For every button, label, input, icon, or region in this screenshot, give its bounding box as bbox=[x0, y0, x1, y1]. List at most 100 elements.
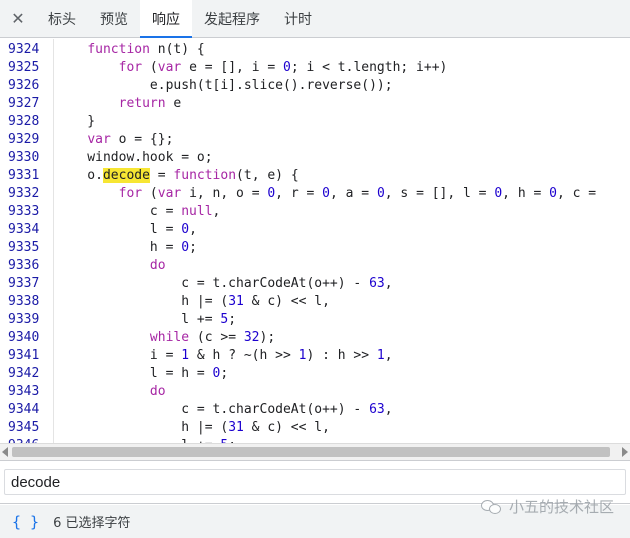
code-token: n(t) { bbox=[149, 42, 205, 57]
search-match-highlight: decode bbox=[102, 168, 150, 183]
code-token: (t, e) { bbox=[236, 168, 299, 183]
line-number: 9331 bbox=[8, 168, 40, 183]
code-token: 0 bbox=[494, 186, 503, 201]
close-icon[interactable]: ✕ bbox=[0, 0, 36, 37]
code-text: window.hook = o; bbox=[56, 149, 213, 167]
code-token: ( bbox=[142, 186, 158, 201]
response-code-viewer[interactable]: 9324 function n(t) {9325 for (var e = []… bbox=[0, 39, 630, 443]
line-number: 9326 bbox=[8, 78, 40, 93]
code-line: 9343 do bbox=[0, 383, 630, 401]
code-token: o. bbox=[56, 168, 103, 183]
code-token: , bbox=[189, 222, 197, 237]
line-number: 9325 bbox=[8, 60, 40, 75]
code-token: , bbox=[384, 276, 393, 291]
line-number: 9340 bbox=[8, 330, 40, 345]
search-input[interactable]: decode bbox=[4, 469, 626, 495]
code-token: null bbox=[181, 204, 213, 219]
code-token: 0 bbox=[181, 240, 190, 255]
code-line: 9337 c = t.charCodeAt(o++) - 63, bbox=[0, 275, 630, 293]
code-token: ; bbox=[228, 312, 237, 327]
code-text: c = t.charCodeAt(o++) - 63, bbox=[56, 401, 393, 419]
line-number: 9345 bbox=[8, 420, 40, 435]
code-text: do bbox=[56, 383, 166, 401]
code-token: c = t.charCodeAt(o++) - bbox=[56, 402, 370, 417]
tab-headers[interactable]: 标头 bbox=[36, 0, 88, 37]
code-token: 0 bbox=[267, 186, 276, 201]
code-text: i = 1 & h ? ~(h >> 1) : h >> 1, bbox=[56, 347, 393, 365]
tab-label: 预览 bbox=[100, 11, 128, 28]
code-token: ) : h >> bbox=[306, 348, 377, 363]
code-token: 0 bbox=[376, 186, 385, 201]
line-number: 9335 bbox=[8, 240, 40, 255]
code-line: 9339 l += 5; bbox=[0, 311, 630, 329]
code-token: e = [], i = bbox=[181, 60, 283, 75]
code-text: while (c >= 32); bbox=[56, 329, 275, 347]
code-text: l += 5; bbox=[56, 311, 236, 329]
pretty-print-braces-icon[interactable]: { } bbox=[12, 513, 39, 531]
code-text: } bbox=[56, 113, 95, 131]
horizontal-scrollbar[interactable] bbox=[0, 443, 630, 460]
code-token: var bbox=[157, 186, 182, 201]
tab-label: 发起程序 bbox=[204, 11, 260, 28]
code-line: 9328 } bbox=[0, 113, 630, 131]
line-number: 9338 bbox=[8, 294, 40, 309]
scroll-left-icon[interactable] bbox=[2, 447, 8, 457]
code-token: 1 bbox=[376, 348, 385, 363]
code-text: for (var e = [], i = 0; i < t.length; i+… bbox=[56, 59, 448, 77]
code-token: var bbox=[87, 132, 111, 147]
code-line: 9331 o.decode = function(t, e) { bbox=[0, 167, 630, 185]
watermark-text: 小五的技术社区 bbox=[508, 498, 614, 516]
code-token: 0 bbox=[181, 222, 190, 237]
code-token: window.hook = o; bbox=[56, 150, 213, 165]
code-token: & c) << l, bbox=[243, 420, 330, 435]
code-token: return bbox=[118, 96, 166, 111]
watermark: 小五的技术社区 bbox=[480, 496, 614, 517]
line-number: 9327 bbox=[8, 96, 40, 111]
code-token: do bbox=[149, 384, 166, 399]
tab-preview[interactable]: 预览 bbox=[88, 0, 140, 37]
wechat-icon bbox=[480, 498, 503, 516]
code-token: ); bbox=[259, 330, 276, 345]
line-number: 9324 bbox=[8, 42, 40, 57]
code-line: 9334 l = 0, bbox=[0, 221, 630, 239]
code-line: 9329 var o = {}; bbox=[0, 131, 630, 149]
line-number: 9334 bbox=[8, 222, 40, 237]
code-token: var bbox=[157, 60, 182, 75]
code-token: & h ? ~(h >> bbox=[189, 348, 299, 363]
code-token: , a = bbox=[329, 186, 377, 201]
code-token: for bbox=[118, 60, 143, 75]
scrollbar-thumb[interactable] bbox=[12, 447, 610, 457]
code-line: 9336 do bbox=[0, 257, 630, 275]
code-token: e.push(t[i].slice().reverse()); bbox=[56, 78, 393, 93]
code-text: l = h = 0; bbox=[56, 365, 228, 383]
code-token: , bbox=[384, 402, 393, 417]
code-token: h |= ( bbox=[56, 420, 229, 435]
code-token: l += bbox=[56, 312, 221, 327]
code-token: = bbox=[149, 168, 174, 183]
code-text: c = t.charCodeAt(o++) - 63, bbox=[56, 275, 393, 293]
code-token: o = {}; bbox=[110, 132, 174, 147]
code-token: c = bbox=[56, 204, 182, 219]
line-number: 9333 bbox=[8, 204, 40, 219]
devtools-tabbar: ✕ 标头 预览 响应 发起程序 计时 bbox=[0, 0, 630, 38]
code-token: for bbox=[118, 186, 143, 201]
scroll-right-icon[interactable] bbox=[622, 447, 628, 457]
tab-initiator[interactable]: 发起程序 bbox=[192, 0, 272, 37]
code-token: 31 bbox=[228, 294, 244, 309]
code-text: return e bbox=[56, 95, 182, 113]
code-token: do bbox=[149, 258, 166, 273]
selection-status: 6 已选择字符 bbox=[53, 516, 131, 531]
line-number: 9343 bbox=[8, 384, 40, 399]
tab-label: 标头 bbox=[48, 11, 76, 28]
code-token: , h = bbox=[502, 186, 550, 201]
tab-response[interactable]: 响应 bbox=[140, 0, 192, 38]
tab-timing[interactable]: 计时 bbox=[272, 0, 324, 37]
code-line: 9327 return e bbox=[0, 95, 630, 113]
code-line: 9335 h = 0; bbox=[0, 239, 630, 257]
